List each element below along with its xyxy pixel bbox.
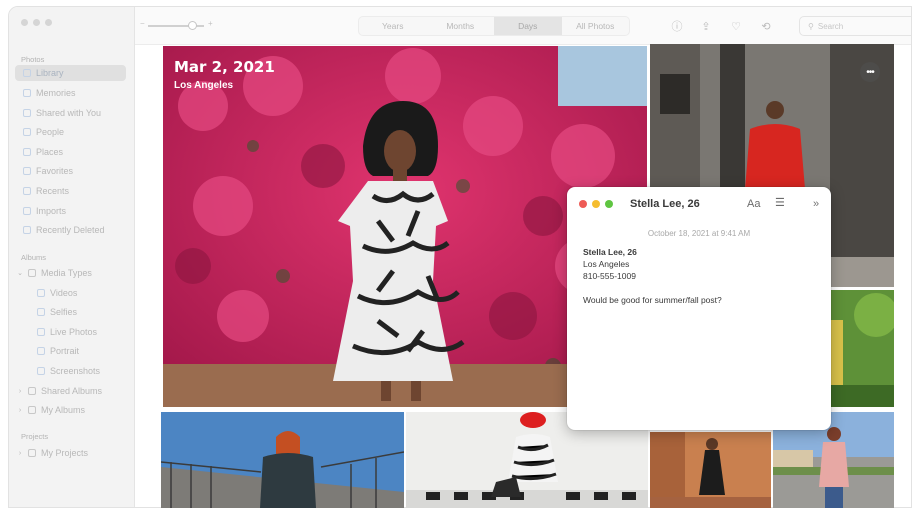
search-field[interactable]: ⚲ Search bbox=[799, 16, 911, 36]
rotate-icon[interactable]: ⟲ bbox=[759, 19, 773, 33]
photo-tile-bridge[interactable] bbox=[161, 412, 404, 508]
sidebar-item-my-albums[interactable]: › My Albums bbox=[17, 402, 85, 418]
close-button[interactable] bbox=[21, 19, 28, 26]
photo-location: Los Angeles bbox=[174, 80, 234, 91]
chevron-right-icon[interactable]: › bbox=[17, 388, 23, 395]
sidebar-item-my-projects[interactable]: › My Projects bbox=[17, 445, 88, 461]
folder-icon bbox=[28, 449, 36, 457]
imports-icon bbox=[23, 207, 31, 215]
chevron-right-icon[interactable]: › bbox=[17, 407, 23, 414]
sidebar-item-selfies[interactable]: Selfies bbox=[37, 304, 77, 320]
note-heading: Stella Lee, 26 bbox=[583, 247, 637, 257]
sidebar: Photos Library Memories Shared with You … bbox=[9, 7, 135, 507]
sidebar-item-recently-deleted[interactable]: Recently Deleted bbox=[23, 222, 105, 238]
zoom-in-label: + bbox=[208, 19, 213, 28]
memories-icon bbox=[23, 89, 31, 97]
note-timestamp: October 18, 2021 at 9:41 AM bbox=[647, 229, 751, 238]
note-title: Stella Lee, 26 bbox=[630, 198, 700, 210]
sidebar-item-favorites[interactable]: Favorites bbox=[23, 163, 73, 179]
photo-tile-black-dress-image bbox=[650, 432, 771, 508]
minimize-button[interactable] bbox=[33, 19, 40, 26]
photo-tile-bridge-image bbox=[161, 412, 404, 508]
sidebar-item-memories[interactable]: Memories bbox=[23, 85, 76, 101]
more-options-button[interactable]: ••• bbox=[860, 62, 880, 82]
search-icon: ⚲ bbox=[808, 21, 814, 31]
toolbar: − + Years Months Days All Photos ⓘ ⇪ ♡ ⟲… bbox=[135, 7, 911, 45]
heart-icon bbox=[23, 167, 31, 175]
note-line-phone: 810-555-1009 bbox=[583, 271, 636, 281]
clock-icon bbox=[23, 187, 31, 195]
sidebar-item-live-photos[interactable]: Live Photos bbox=[37, 324, 97, 340]
trash-icon bbox=[23, 226, 31, 234]
zoom-slider[interactable] bbox=[148, 21, 204, 30]
photo-tile-black-dress[interactable] bbox=[650, 432, 771, 508]
quick-note-window: Stella Lee, 26 Aa ☰ » October 18, 2021 a… bbox=[567, 187, 831, 430]
zoom-slider-knob[interactable] bbox=[188, 21, 197, 30]
info-icon[interactable]: ⓘ bbox=[670, 19, 684, 33]
library-icon bbox=[23, 69, 31, 77]
note-body[interactable]: Stella Lee, 26 Los Angeles 810-555-1009 … bbox=[583, 246, 722, 306]
window-controls bbox=[21, 19, 52, 26]
video-icon bbox=[37, 289, 45, 297]
sidebar-item-imports[interactable]: Imports bbox=[23, 203, 66, 219]
sidebar-item-recents[interactable]: Recents bbox=[23, 183, 69, 199]
sidebar-item-people[interactable]: People bbox=[23, 124, 64, 140]
folder-icon bbox=[28, 387, 36, 395]
sidebar-item-library[interactable]: Library bbox=[15, 65, 126, 81]
photo-tile-garden[interactable] bbox=[831, 290, 894, 407]
heart-icon[interactable]: ♡ bbox=[729, 19, 743, 33]
share-icon[interactable]: ⇪ bbox=[699, 19, 713, 33]
note-line-location: Los Angeles bbox=[583, 259, 630, 269]
note-close-button[interactable] bbox=[579, 200, 587, 208]
live-photo-icon bbox=[37, 328, 45, 336]
sidebar-item-portrait[interactable]: Portrait bbox=[37, 343, 79, 359]
tab-months[interactable]: Months bbox=[427, 17, 495, 35]
photo-date-title: Mar 2, 2021 bbox=[174, 58, 275, 76]
note-minimize-button[interactable] bbox=[592, 200, 600, 208]
photos-section-header: Photos bbox=[21, 55, 45, 64]
note-comment: Would be good for summer/fall post? bbox=[583, 295, 722, 305]
albums-section-header: Albums bbox=[21, 253, 47, 262]
tab-days[interactable]: Days bbox=[494, 17, 562, 35]
search-placeholder: Search bbox=[817, 21, 844, 31]
screenshot-icon bbox=[37, 367, 45, 375]
selfie-icon bbox=[37, 308, 45, 316]
checklist-icon[interactable]: ☰ bbox=[775, 196, 785, 209]
sidebar-item-screenshots[interactable]: Screenshots bbox=[37, 363, 100, 379]
note-zoom-button[interactable] bbox=[605, 200, 613, 208]
sidebar-item-places[interactable]: Places bbox=[23, 144, 63, 160]
places-icon bbox=[23, 148, 31, 156]
note-window-controls bbox=[579, 200, 613, 208]
zoom-out-label: − bbox=[140, 19, 145, 28]
sidebar-item-videos[interactable]: Videos bbox=[37, 285, 77, 301]
folder-icon bbox=[28, 269, 36, 277]
sidebar-item-media-types[interactable]: ⌄ Media Types bbox=[17, 265, 92, 281]
projects-section-header: Projects bbox=[21, 432, 49, 441]
zoom-button[interactable] bbox=[45, 19, 52, 26]
view-segmented-control: Years Months Days All Photos bbox=[358, 16, 630, 36]
chevron-down-icon[interactable]: ⌄ bbox=[17, 269, 23, 277]
text-format-button[interactable]: Aa bbox=[747, 198, 760, 210]
tab-years[interactable]: Years bbox=[359, 17, 427, 35]
more-toolbar-items-button[interactable]: » bbox=[813, 198, 819, 210]
shared-with-you-icon bbox=[23, 109, 31, 117]
sidebar-item-shared-albums[interactable]: › Shared Albums bbox=[17, 383, 102, 399]
chevron-right-icon[interactable]: › bbox=[17, 450, 23, 457]
people-icon bbox=[23, 128, 31, 136]
tab-all-photos[interactable]: All Photos bbox=[562, 17, 630, 35]
portrait-icon bbox=[37, 347, 45, 355]
folder-icon bbox=[28, 406, 36, 414]
sidebar-item-shared-with-you[interactable]: Shared with You bbox=[23, 105, 101, 121]
photo-tile-garden-image bbox=[831, 290, 894, 407]
